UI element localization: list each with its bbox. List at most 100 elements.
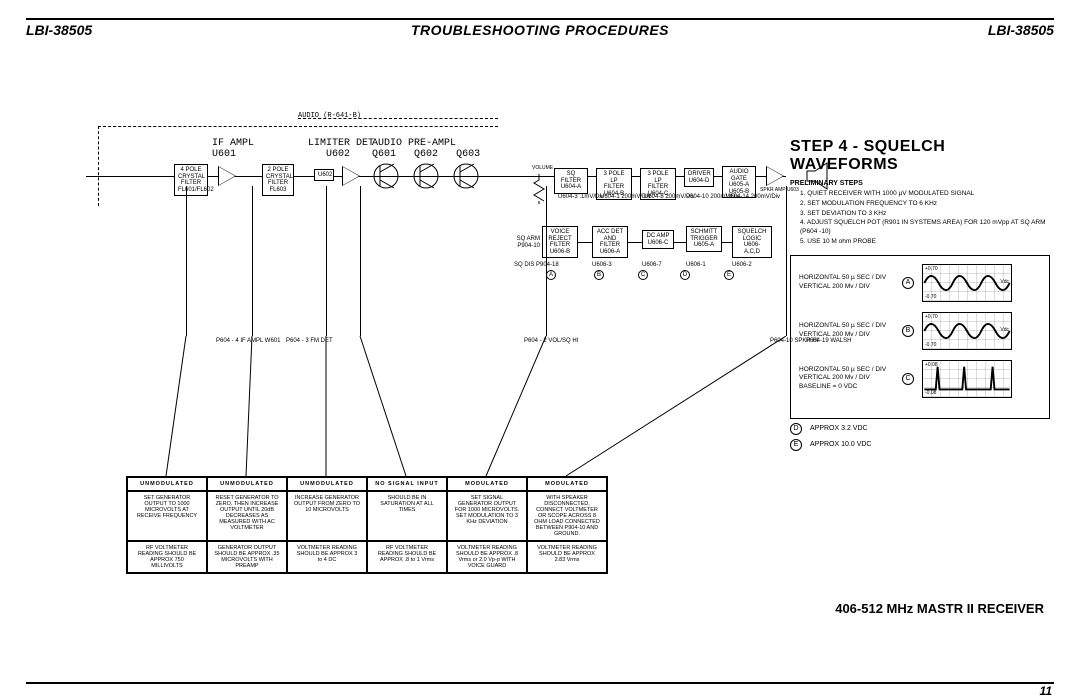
dash-top2 [298, 118, 498, 119]
wave-label-c: HORIZONTAL 50 µ SEC / DIV VERTICAL 200 M… [799, 366, 894, 391]
lbl-u606-1: U606-1 [686, 262, 706, 269]
th: MODULATED [527, 477, 607, 491]
text: VERTICAL 200 Mv / DIV [799, 283, 894, 291]
wave-label-a: HORIZONTAL 50 µ SEC / DIV VERTICAL 200 M… [799, 274, 894, 291]
td: INCREASE GENERATOR OUTPUT FROM ZERO TO 1… [287, 491, 367, 541]
text: VERTICAL 200 Mv / DIV [799, 331, 894, 339]
wave-row-a: HORIZONTAL 50 µ SEC / DIV VERTICAL 200 M… [799, 264, 1041, 302]
step-item: 4. ADJUST SQUELCH POT (R901 IN SYSTEMS A… [800, 219, 1050, 237]
text: IF AMPL [212, 138, 254, 149]
tpline-3 [326, 186, 327, 336]
tpline-5 [546, 186, 547, 336]
step-item: 5. USE 10 M ohm PROBE [800, 238, 1050, 247]
th: MODULATED [447, 477, 527, 491]
td: SET SIGNAL GENERATOR OUTPUT FOR 1000 MIC… [447, 491, 527, 541]
block-2pole: 2 POLE CRYSTAL FILTER FL603 [262, 164, 294, 196]
prelim-steps: 1. QUIET RECEIVER WITH 1000 µV MODULATED… [790, 190, 1050, 247]
cap5: U604-14 200mV/Div [726, 194, 780, 201]
transistors-icon [372, 156, 482, 196]
scope-a: +0.70 -0.70 Vdc [922, 264, 1012, 302]
doc-id-left: LBI-38505 [26, 22, 92, 38]
scope-c: +0.08 -0.08 [922, 360, 1012, 398]
block-acc-det: ACC DET AND FILTER U606-A [592, 226, 628, 258]
td: SET GENERATOR OUTPUT TO 1000 MICROVOLTS … [127, 491, 207, 541]
circle-c: C [638, 270, 648, 280]
block-dc-amp: DC AMP U606-C [642, 230, 674, 249]
label-sq-arm: SQ ARM P904-10 [510, 236, 540, 249]
label-limiter: LIMITER DET U602 [308, 138, 374, 160]
footer-rule [26, 682, 1054, 684]
text: HORIZONTAL 50 µ SEC / DIV [799, 322, 894, 330]
amp-det-icon [342, 166, 360, 186]
circle-a-icon: A [902, 277, 914, 289]
circle-b: B [594, 270, 604, 280]
text: AUDIO PRE-AMPL [372, 138, 456, 149]
text: U602 [308, 149, 350, 160]
text: U601 [212, 149, 236, 160]
scope-b: +0.70 -0.70 Vdc [922, 312, 1012, 350]
th: UNMODULATED [287, 477, 367, 491]
text: VERTICAL 200 Mv / DIV [799, 374, 894, 382]
row-e: E APPROX 10.0 VDC [790, 439, 1050, 451]
tpline-2 [252, 186, 253, 336]
text-e: APPROX 10.0 VDC [810, 441, 871, 448]
table-row: RF VOLTMETER READING SHOULD BE APPROX 75… [127, 541, 607, 573]
wave-row-c: HORIZONTAL 50 µ SEC / DIV VERTICAL 200 M… [799, 360, 1041, 398]
label-sqdis: SQ DIS P904-18 [514, 262, 559, 269]
text: LIMITER DET [308, 138, 374, 149]
step4-title: STEP 4 - SQUELCH WAVEFORMS [790, 138, 1050, 174]
block-u602: U602 [314, 169, 334, 181]
page-subtitle: 406-512 MHz MASTR II RECEIVER [835, 601, 1044, 616]
td: VOLTMETER READING SHOULD BE APPROX 3 to … [287, 541, 367, 573]
row-d: D APPROX 3.2 VDC [790, 423, 1050, 435]
amp-u601-icon [218, 166, 236, 186]
block-driver: DRIVER U604-D [684, 168, 714, 187]
page: LBI-38505 TROUBLESHOOTING PROCEDURES LBI… [0, 0, 1080, 698]
circle-b-icon: B [902, 325, 914, 337]
waveform-box: HORIZONTAL 50 µ SEC / DIV VERTICAL 200 M… [790, 255, 1050, 419]
step-item: 3. SET DEVIATION TO 3 KHz [800, 210, 1050, 219]
header-rule [26, 18, 1054, 20]
prelim-heading: PRELIMINARY STEPS [790, 180, 1050, 187]
page-title: TROUBLESHOOTING PROCEDURES [411, 22, 669, 38]
circle-d: D [680, 270, 690, 280]
td: VOLTMETER READING SHOULD BE APPROX .8 Vr… [447, 541, 527, 573]
label-if-ampl: IF AMPL U601 [212, 138, 254, 160]
circle-a: A [546, 270, 556, 280]
block-4pole: 4 POLE CRYSTAL FILTER FL601/FL602 [174, 164, 208, 196]
td: SHOULD BE IN SATURATION AT ALL TIMES [367, 491, 447, 541]
step-item: 1. QUIET RECEIVER WITH 1000 µV MODULATED… [800, 190, 1050, 199]
table-row: SET GENERATOR OUTPUT TO 1000 MICROVOLTS … [127, 491, 607, 541]
dash-left [98, 126, 99, 206]
text: BASELINE = 0 VDC [799, 383, 894, 391]
td: WITH SPEAKER DISCONNECTED, CONNECT VOLTM… [527, 491, 607, 541]
th: UNMODULATED [207, 477, 287, 491]
body: IF AMPL U601 LIMITER DET U602 AUDIO PRE-… [26, 56, 1054, 636]
circle-c-icon: C [902, 373, 914, 385]
step4-panel: STEP 4 - SQUELCH WAVEFORMS PRELIMINARY S… [790, 138, 1050, 451]
circle-e-icon: E [790, 439, 802, 451]
td: GENERATOR OUTPUT SHOULD BE APPROX .35 MI… [207, 541, 287, 573]
pot-icon [532, 174, 546, 204]
table-header-row: UNMODULATED UNMODULATED UNMODULATED NO S… [127, 477, 607, 491]
tpline-1 [186, 186, 187, 336]
step-item: 2. SET MODULATION FREQUENCY TO 6 KHz [800, 200, 1050, 209]
tpline-4 [360, 186, 361, 336]
td: RF VOLTMETER READING SHOULD BE APPROX .8… [367, 541, 447, 573]
block-schmitt: SCHMITT TRIGGER U605-A [686, 226, 722, 252]
th: UNMODULATED [127, 477, 207, 491]
wave-row-b: HORIZONTAL 50 µ SEC / DIV VERTICAL 200 M… [799, 312, 1041, 350]
lbl-u606-7: U606-7 [642, 262, 662, 269]
tpline-6 [786, 186, 787, 336]
amp-spkr-icon [766, 166, 784, 186]
circle-e: E [724, 270, 734, 280]
block-sq-logic: SQUELCH LOGIC U606-A,C,D [732, 226, 772, 258]
wave-label-b: HORIZONTAL 50 µ SEC / DIV VERTICAL 200 M… [799, 322, 894, 339]
td: RESET GENERATOR TO ZERO, THEN INCREASE O… [207, 491, 287, 541]
lbl-u606-2: U606-2 [732, 262, 752, 269]
block-voice-reject: VOICE REJECT FILTER U606-B [542, 226, 578, 258]
leader-lines [126, 336, 826, 486]
troubleshoot-table: UNMODULATED UNMODULATED UNMODULATED NO S… [126, 476, 608, 574]
dash-top [98, 126, 498, 127]
page-number: 11 [1040, 684, 1052, 698]
